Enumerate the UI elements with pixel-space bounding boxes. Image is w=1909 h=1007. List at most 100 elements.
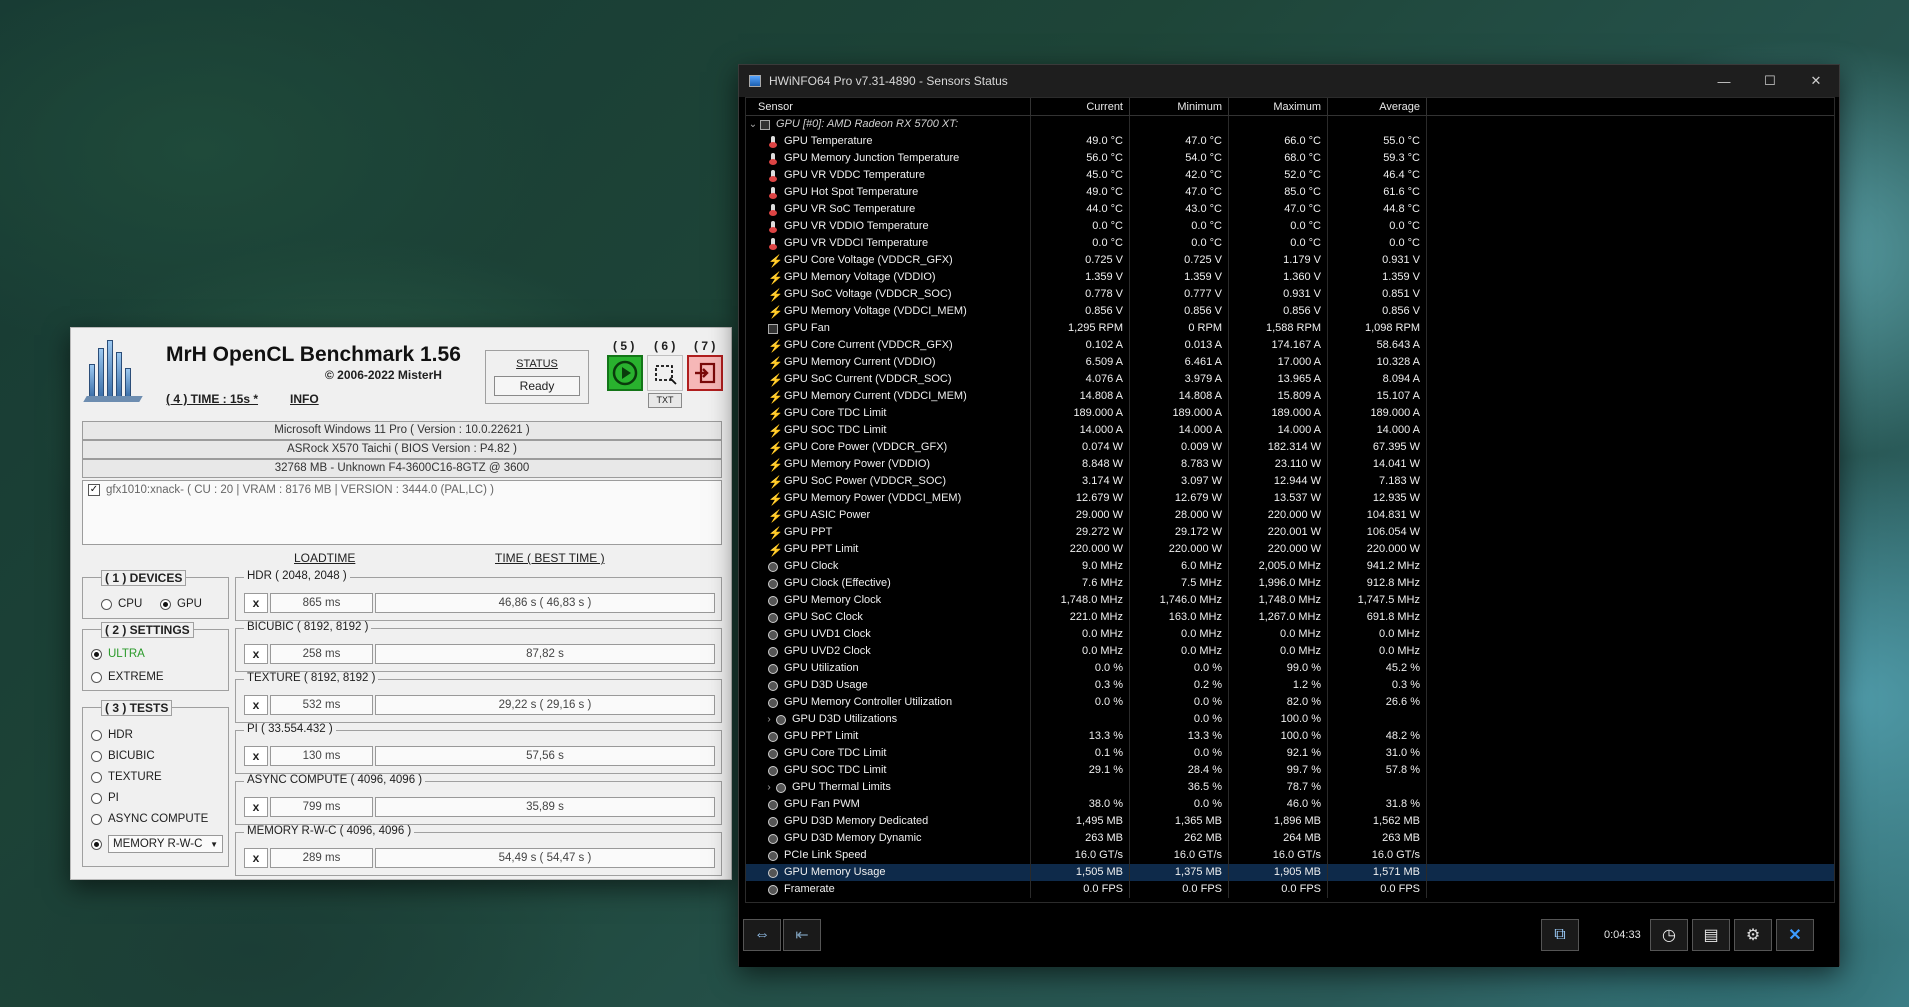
- column-header-sensor[interactable]: Sensor: [746, 98, 1031, 116]
- sensor-row[interactable]: Framerate 0.0 FPS 0.0 FPS 0.0 FPS 0.0 FPS: [746, 881, 1834, 898]
- time-setting-link[interactable]: ( 4 ) TIME : 15s *: [166, 392, 258, 406]
- sensor-row[interactable]: ⚡ GPU Core Voltage (VDDCR_GFX) 0.725 V 0.72…: [746, 252, 1834, 269]
- minimize-button[interactable]: —: [1701, 65, 1747, 97]
- test-remove-button[interactable]: x: [244, 593, 268, 613]
- sensor-row[interactable]: GPU Fan 1,295 RPM 0 RPM 1,588 RPM 1,098 RPM: [746, 320, 1834, 337]
- sensor-row[interactable]: GPU Hot Spot Temperature 49.0 °C 47.0 °C 85…: [746, 184, 1834, 201]
- sensor-row[interactable]: GPU Memory Junction Temperature 56.0 °C 54…: [746, 150, 1834, 167]
- info-link[interactable]: INFO: [290, 392, 319, 406]
- sensor-row[interactable]: GPU Utilization 0.0 % 0.0 % 99.0 % 45.2 %: [746, 660, 1834, 677]
- radio-button[interactable]: [91, 792, 102, 804]
- logging-button[interactable]: ▤: [1692, 919, 1730, 951]
- expand-chevron-icon[interactable]: ⌄: [746, 116, 760, 133]
- network-button[interactable]: ⧉: [1541, 919, 1579, 951]
- radio-button[interactable]: [91, 813, 102, 825]
- sensor-row[interactable]: GPU VR SoC Temperature 44.0 °C 43.0 °C 47.0…: [746, 201, 1834, 218]
- test-option-pi[interactable]: PI: [91, 792, 119, 804]
- sensor-row[interactable]: ⚡ GPU Memory Current (VDDCI_MEM) 14.808 A1…: [746, 388, 1834, 405]
- radio-button[interactable]: [91, 648, 102, 660]
- sensor-row[interactable]: ⚡ GPU Memory Voltage (VDDIO) 1.359 V 1.359 …: [746, 269, 1834, 286]
- device-list-item[interactable]: ✓ gfx1010:xnack- ( CU : 20 | VRAM : 8176…: [88, 484, 494, 496]
- run-button[interactable]: [607, 355, 643, 391]
- close-sensors-button[interactable]: ✕: [1776, 919, 1814, 951]
- sensor-row[interactable]: GPU VR VDDCI Temperature 0.0 °C 0.0 °C 0.0 …: [746, 235, 1834, 252]
- sensor-row[interactable]: GPU D3D Memory Dedicated 1,495 MB 1,365 MB…: [746, 813, 1834, 830]
- test-remove-button[interactable]: x: [244, 644, 268, 664]
- radio-button[interactable]: [91, 771, 102, 783]
- radio-button[interactable]: [91, 729, 102, 741]
- sensor-row[interactable]: › GPU D3D Utilizations 0.0 % 100.0 %: [746, 711, 1834, 728]
- sensor-row[interactable]: GPU VR VDDIO Temperature 0.0 °C 0.0 °C 0.0 …: [746, 218, 1834, 235]
- test-dropdown[interactable]: MEMORY R-W-C ▼: [108, 835, 223, 853]
- sensor-row[interactable]: ⚡ GPU SoC Current (VDDCR_SOC) 4.076 A 3.979…: [746, 371, 1834, 388]
- radio-button[interactable]: [91, 671, 102, 683]
- column-header-average[interactable]: Average: [1328, 98, 1427, 116]
- sensor-row[interactable]: ⚡ GPU PPT 29.272 W 29.172 W 220.001 W 106.054…: [746, 524, 1834, 541]
- sensor-row[interactable]: GPU D3D Usage 0.3 % 0.2 % 1.2 % 0.3 %: [746, 677, 1834, 694]
- sensor-row[interactable]: GPU Fan PWM 38.0 % 0.0 % 46.0 % 31.8 %: [746, 796, 1834, 813]
- expand-chevron-icon[interactable]: ›: [762, 779, 776, 796]
- sensor-row[interactable]: GPU SOC TDC Limit 29.1 % 28.4 % 99.7 % 57.8 …: [746, 762, 1834, 779]
- reset-timer-button[interactable]: ◷: [1650, 919, 1688, 951]
- sensor-row[interactable]: GPU Core TDC Limit 0.1 % 0.0 % 92.1 % 31.0 %: [746, 745, 1834, 762]
- sensor-row[interactable]: ⚡ GPU SoC Voltage (VDDCR_SOC) 0.778 V 0.777…: [746, 286, 1834, 303]
- sensor-row[interactable]: ⚡ GPU Memory Power (VDDCI_MEM) 12.679 W 12.…: [746, 490, 1834, 507]
- setting-extreme-option[interactable]: EXTREME: [91, 671, 164, 683]
- maximize-button[interactable]: ☐: [1747, 65, 1793, 97]
- expand-chevron-icon[interactable]: ›: [762, 711, 776, 728]
- test-option-hdr[interactable]: HDR: [91, 729, 133, 741]
- settings-button[interactable]: ⚙: [1734, 919, 1772, 951]
- collapse-arrows-button[interactable]: ⇤: [783, 919, 821, 951]
- sensor-row[interactable]: GPU UVD1 Clock 0.0 MHz 0.0 MHz 0.0 MHz 0.0 M…: [746, 626, 1834, 643]
- sensor-row[interactable]: ⚡ GPU Memory Current (VDDIO) 6.509 A 6.461 …: [746, 354, 1834, 371]
- sensor-row[interactable]: ⚡ GPU Memory Voltage (VDDCI_MEM) 0.856 V 0.…: [746, 303, 1834, 320]
- column-header-maximum[interactable]: Maximum: [1229, 98, 1328, 116]
- sensor-row[interactable]: ⚡ GPU ASIC Power 29.000 W 28.000 W 220.000 W…: [746, 507, 1834, 524]
- sensor-row[interactable]: GPU Memory Clock 1,748.0 MHz 1,746.0 MHz 1,…: [746, 592, 1834, 609]
- radio-button[interactable]: [91, 838, 102, 850]
- sensor-row[interactable]: ⚡ GPU SOC TDC Limit 14.000 A 14.000 A 14.000…: [746, 422, 1834, 439]
- test-remove-button[interactable]: x: [244, 746, 268, 766]
- sensor-row[interactable]: GPU D3D Memory Dynamic 263 MB 262 MB 264 MB…: [746, 830, 1834, 847]
- setting-ultra-option[interactable]: ULTRA: [91, 648, 145, 660]
- device-gpu-option[interactable]: GPU: [160, 598, 202, 610]
- txt-export-button[interactable]: TXT: [648, 393, 682, 408]
- sensor-row[interactable]: GPU Clock (Effective) 7.6 MHz 7.5 MHz 1,996…: [746, 575, 1834, 592]
- test-option-memory-rwc[interactable]: MEMORY R-W-C ▼: [91, 835, 223, 853]
- column-header-minimum[interactable]: Minimum: [1130, 98, 1229, 116]
- sensor-row[interactable]: GPU Temperature 49.0 °C 47.0 °C 66.0 °C 55.0…: [746, 133, 1834, 150]
- sensor-row[interactable]: ⚡ GPU Core Current (VDDCR_GFX) 0.102 A 0.01…: [746, 337, 1834, 354]
- sensor-row[interactable]: ⌄ GPU [#0]: AMD Radeon RX 5700 XT:: [746, 116, 1834, 133]
- column-header-current[interactable]: Current: [1031, 98, 1130, 116]
- test-remove-button[interactable]: x: [244, 797, 268, 817]
- exit-button[interactable]: [687, 355, 723, 391]
- test-option-bicubic[interactable]: BICUBIC: [91, 750, 155, 762]
- test-remove-button[interactable]: x: [244, 848, 268, 868]
- close-button[interactable]: ✕: [1793, 65, 1839, 97]
- sensor-row[interactable]: GPU Memory Controller Utilization 0.0 % 0.…: [746, 694, 1834, 711]
- sensor-row[interactable]: ⚡ GPU Core TDC Limit 189.000 A 189.000 A 189…: [746, 405, 1834, 422]
- navigate-arrows-button[interactable]: ⇔: [743, 919, 781, 951]
- sensor-row[interactable]: GPU SoC Clock 221.0 MHz 163.0 MHz 1,267.0 M…: [746, 609, 1834, 626]
- radio-button[interactable]: [160, 598, 171, 610]
- sensor-row[interactable]: GPU Memory Usage 1,505 MB 1,375 MB 1,905 MB…: [746, 864, 1834, 881]
- hwinfo-titlebar[interactable]: HWiNFO64 Pro v7.31-4890 - Sensors Status…: [739, 65, 1839, 97]
- radio-button[interactable]: [91, 750, 102, 762]
- sensor-row[interactable]: ⚡ GPU PPT Limit 220.000 W 220.000 W 220.000 …: [746, 541, 1834, 558]
- sensor-row[interactable]: GPU PPT Limit 13.3 % 13.3 % 100.0 % 48.2 %: [746, 728, 1834, 745]
- device-checkbox[interactable]: ✓: [88, 484, 100, 496]
- radio-button[interactable]: [101, 598, 112, 610]
- test-option-texture[interactable]: TEXTURE: [91, 771, 162, 783]
- sensor-row[interactable]: GPU UVD2 Clock 0.0 MHz 0.0 MHz 0.0 MHz 0.0 M…: [746, 643, 1834, 660]
- test-remove-button[interactable]: x: [244, 695, 268, 715]
- sensor-row[interactable]: ⚡ GPU Memory Power (VDDIO) 8.848 W 8.783 W2…: [746, 456, 1834, 473]
- sensor-row[interactable]: GPU Clock 9.0 MHz 6.0 MHz 2,005.0 MHz 941.2 …: [746, 558, 1834, 575]
- sensor-row[interactable]: GPU VR VDDC Temperature 45.0 °C 42.0 °C 52.…: [746, 167, 1834, 184]
- region-select-button[interactable]: [647, 355, 683, 391]
- sensor-row[interactable]: PCIe Link Speed 16.0 GT/s 16.0 GT/s 16.0 GT…: [746, 847, 1834, 864]
- sensor-row[interactable]: ⚡ GPU Core Power (VDDCR_GFX) 0.074 W 0.009 …: [746, 439, 1834, 456]
- sensor-row[interactable]: › GPU Thermal Limits 36.5 % 78.7 %: [746, 779, 1834, 796]
- sensor-row[interactable]: ⚡ GPU SoC Power (VDDCR_SOC) 3.174 W 3.097 W…: [746, 473, 1834, 490]
- device-cpu-option[interactable]: CPU: [101, 598, 142, 610]
- test-option-async-compute[interactable]: ASYNC COMPUTE: [91, 813, 208, 825]
